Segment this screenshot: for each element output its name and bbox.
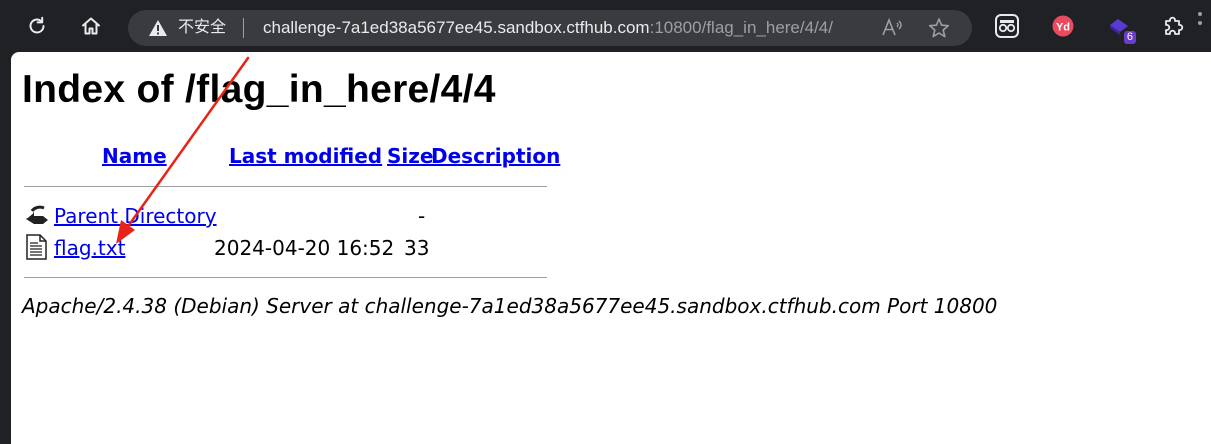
youdao-extension-icon: Yd	[1052, 15, 1074, 37]
row-size: -	[418, 204, 426, 228]
favorite-star-icon[interactable]	[928, 17, 950, 39]
row-size: 33	[404, 236, 430, 260]
parent-directory-link[interactable]: Parent Directory	[54, 204, 217, 228]
security-status-label[interactable]: 不安全	[178, 19, 226, 37]
back-icon	[26, 205, 48, 224]
extension-count-badge: 6	[1123, 31, 1136, 44]
address-bar[interactable]: 不安全 challenge-7a1ed38a5677ee45.sandbox.c…	[128, 10, 972, 46]
url-path: :10800/flag_in_here/4/4/	[649, 18, 833, 37]
column-header-size[interactable]: Size	[387, 144, 433, 168]
url-host: challenge-7a1ed38a5677ee45.sandbox.ctfhu…	[263, 18, 650, 37]
browser-menu-button[interactable]	[1198, 12, 1202, 36]
column-header-description[interactable]: Description	[431, 144, 560, 168]
omnibox-divider	[243, 18, 244, 38]
header-divider	[24, 186, 547, 187]
page-title: Index of /flag_in_here/4/4	[22, 68, 496, 111]
extensions-button[interactable]	[1160, 13, 1186, 39]
reload-icon	[29, 16, 45, 34]
video-extension-icon	[995, 14, 1019, 38]
table-row: Parent Directory -	[22, 202, 562, 230]
footer-divider	[24, 277, 547, 278]
svg-text:Yd: Yd	[1056, 22, 1070, 34]
column-header-last-modified[interactable]: Last modified	[229, 144, 382, 168]
page-viewport: Index of /flag_in_here/4/4 Name Last mod…	[11, 52, 1211, 444]
column-header-name[interactable]: Name	[102, 144, 167, 168]
server-signature: Apache/2.4.38 (Debian) Server at challen…	[22, 294, 998, 318]
menu-dot-icon	[1198, 21, 1202, 25]
puzzle-icon	[1165, 16, 1184, 35]
extension-video-button[interactable]	[994, 13, 1020, 39]
extension-youdao-button[interactable]: Yd	[1050, 13, 1076, 39]
url-text[interactable]: challenge-7a1ed38a5677ee45.sandbox.ctfhu…	[263, 19, 833, 37]
home-icon	[82, 17, 100, 35]
browser-toolbar: 不安全 challenge-7a1ed38a5677ee45.sandbox.c…	[0, 0, 1211, 52]
home-button[interactable]	[75, 10, 107, 42]
table-row: flag.txt 2024-04-20 16:52 33	[22, 234, 562, 262]
read-aloud-icon[interactable]	[880, 16, 904, 40]
row-last-modified: 2024-04-20 16:52	[214, 236, 395, 260]
text-file-icon	[26, 234, 47, 260]
extension-badge-button[interactable]: 6	[1106, 13, 1136, 44]
flag-file-link[interactable]: flag.txt	[54, 236, 125, 260]
menu-dot-icon	[1198, 12, 1202, 16]
reload-button[interactable]	[21, 10, 53, 42]
warning-icon[interactable]	[148, 19, 168, 37]
